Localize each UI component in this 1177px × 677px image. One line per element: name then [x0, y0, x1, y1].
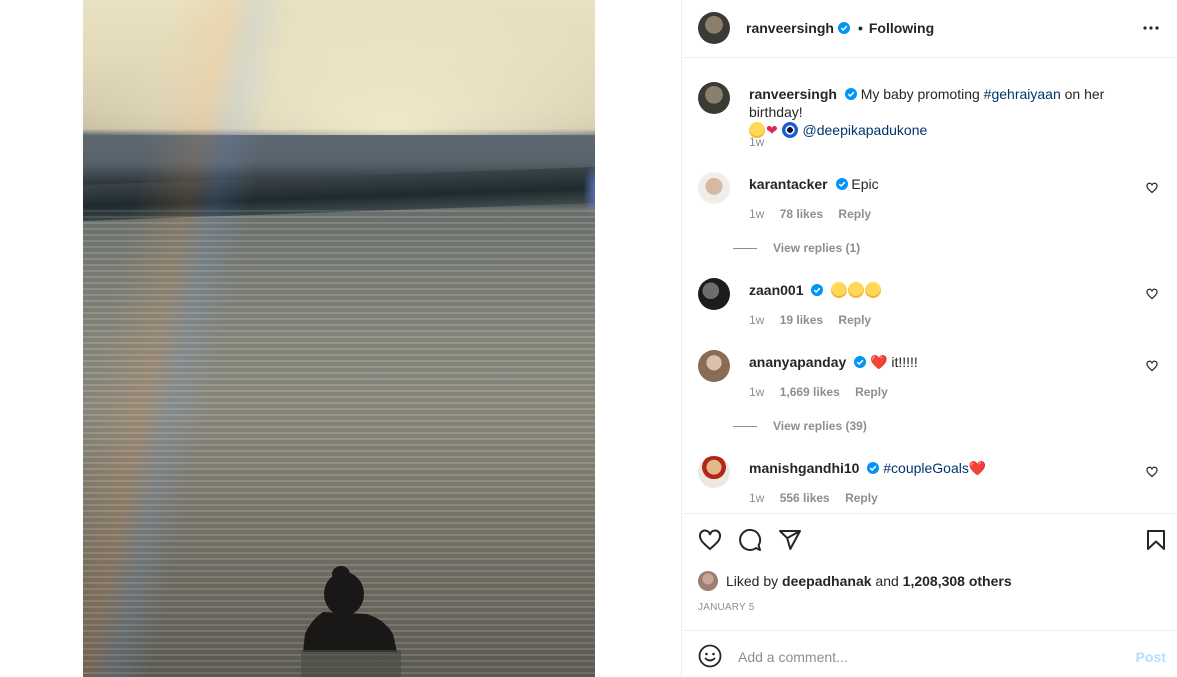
comment-likes[interactable]: 556 likes	[780, 491, 830, 505]
caption-time[interactable]: 1w	[749, 135, 764, 149]
photo-lens-flare	[583, 160, 595, 220]
caption-body: ranveersingh My baby promoting #gehraiya…	[749, 85, 1149, 139]
post-actions: Liked by deepadhanak and 1,208,308 other…	[682, 513, 1177, 631]
comment-text: it!!!!!	[891, 354, 918, 370]
comment-username[interactable]: manishgandhi10	[749, 460, 859, 476]
verified-icon	[854, 356, 867, 368]
post-details-pane: ranveersingh • Following ranveersingh My…	[681, 0, 1177, 677]
caption-meta: 1w	[749, 135, 776, 149]
laughing-emoji-icon	[831, 282, 848, 298]
verified-icon	[837, 22, 850, 34]
red-heart-emoji-icon: ❤️	[870, 354, 888, 370]
comment-input[interactable]	[738, 643, 1118, 671]
likes-summary: Liked by deepadhanak and 1,208,308 other…	[698, 571, 1012, 591]
caption-hashtag[interactable]: #gehraiyaan	[984, 86, 1061, 102]
comment-likes[interactable]: 78 likes	[780, 207, 823, 221]
comment-body: ananyapanday ❤️ it!!!!!	[749, 353, 1149, 371]
photo-person-silhouette	[301, 566, 401, 677]
comment-username[interactable]: ananyapanday	[749, 354, 846, 370]
share-icon[interactable]	[778, 528, 802, 552]
comment-avatar[interactable]	[698, 456, 730, 488]
comment-icon[interactable]	[738, 528, 762, 552]
verified-icon	[835, 178, 848, 190]
comment-username[interactable]: zaan001	[749, 282, 803, 298]
post-comment-button[interactable]: Post	[1136, 649, 1166, 665]
liker-username[interactable]: deepadhanak	[782, 573, 871, 589]
comment-like-heart-icon[interactable]	[1146, 182, 1158, 194]
post-date[interactable]: JANUARY 5	[698, 602, 754, 613]
separator-dot: •	[857, 20, 863, 36]
comment-avatar[interactable]	[698, 350, 730, 382]
caption-username[interactable]: ranveersingh	[749, 86, 837, 102]
verified-icon	[867, 462, 880, 474]
comment-avatar[interactable]	[698, 278, 730, 310]
comment-body: zaan001	[749, 281, 1149, 299]
caption-text-before: My baby promoting	[860, 86, 984, 102]
replies-divider	[733, 247, 757, 249]
bookmark-icon[interactable]	[1144, 528, 1168, 552]
comment-meta: 1w 556 likes Reply	[749, 491, 890, 505]
caption-mention[interactable]: @deepikapadukone	[803, 122, 928, 138]
likes-and: and	[875, 573, 899, 589]
following-button[interactable]: Following	[869, 20, 934, 36]
comment-time[interactable]: 1w	[749, 207, 764, 221]
laughing-emoji-icon	[848, 282, 865, 298]
view-replies-label: View replies (39)	[773, 419, 867, 433]
liker-avatar[interactable]	[698, 571, 718, 591]
media-pane	[0, 0, 681, 677]
comment-body: manishgandhi10 #coupleGoals❤️	[749, 459, 1149, 477]
author-avatar[interactable]	[698, 12, 730, 44]
comment-username[interactable]: karantacker	[749, 176, 828, 192]
view-replies-label: View replies (1)	[773, 241, 861, 255]
comment-reply-button[interactable]: Reply	[838, 207, 871, 221]
post-header: ranveersingh • Following	[682, 0, 1177, 56]
comment-body: karantacker Epic	[749, 175, 1149, 193]
post-photo[interactable]	[83, 0, 595, 677]
comment-reply-button[interactable]: Reply	[838, 313, 871, 327]
comment-reply-button[interactable]: Reply	[845, 491, 878, 505]
comment-time[interactable]: 1w	[749, 491, 764, 505]
comment-time[interactable]: 1w	[749, 385, 764, 399]
view-replies-button[interactable]: View replies (39)	[733, 419, 867, 433]
comment-reply-button[interactable]: Reply	[855, 385, 888, 399]
verified-icon	[844, 88, 857, 100]
laughing-emoji-icon	[865, 282, 882, 298]
nazar-emoji-icon	[781, 122, 798, 138]
comment-meta: 1w 1,669 likes Reply	[749, 385, 900, 399]
comment-like-heart-icon[interactable]	[1146, 466, 1158, 478]
likes-prefix: Liked by	[726, 573, 779, 589]
comment-meta: 1w 19 likes Reply	[749, 313, 883, 327]
comment-like-heart-icon[interactable]	[1146, 360, 1158, 372]
more-options-icon[interactable]	[1142, 20, 1160, 36]
comments-list[interactable]: ranveersingh My baby promoting #gehraiya…	[682, 57, 1177, 513]
author-username[interactable]: ranveersingh	[746, 20, 834, 36]
comment-text: Epic	[851, 176, 879, 192]
comment-avatar[interactable]	[698, 172, 730, 204]
verified-icon	[811, 284, 824, 296]
caption-avatar[interactable]	[698, 82, 730, 114]
emoji-icon[interactable]	[698, 644, 722, 668]
comment-meta: 1w 78 likes Reply	[749, 207, 883, 221]
like-heart-icon[interactable]	[698, 528, 722, 552]
red-heart-emoji-icon: ❤️	[968, 460, 987, 476]
view-replies-button[interactable]: View replies (1)	[733, 241, 860, 255]
comment-time[interactable]: 1w	[749, 313, 764, 327]
comment-likes[interactable]: 1,669 likes	[780, 385, 840, 399]
comment-hashtag[interactable]: #coupleGoals	[883, 460, 969, 476]
replies-divider	[733, 425, 757, 427]
likes-count[interactable]: 1,208,308 others	[903, 573, 1012, 589]
comment-likes[interactable]: 19 likes	[780, 313, 823, 327]
comment-like-heart-icon[interactable]	[1146, 288, 1158, 300]
add-comment-bar: Post	[682, 630, 1177, 677]
